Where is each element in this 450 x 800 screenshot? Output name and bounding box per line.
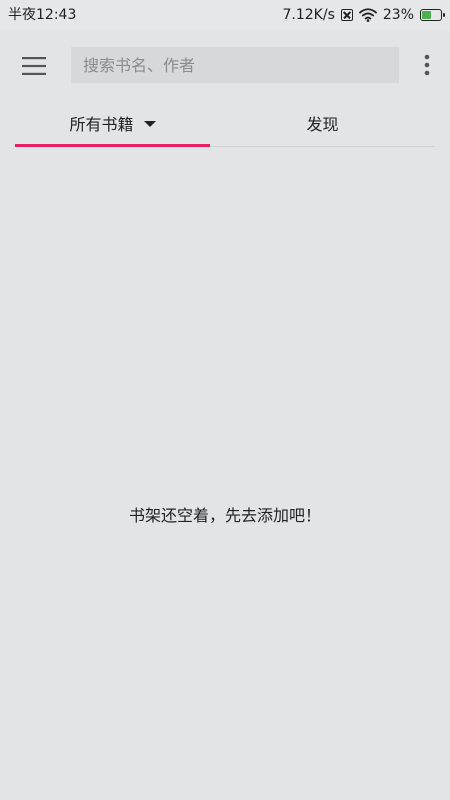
dropdown-arrow-icon: [143, 121, 156, 127]
empty-bookshelf-message: 书架还空着，先去添加吧！: [128, 506, 321, 525]
more-vertical-icon: [424, 54, 430, 76]
tab-all-books[interactable]: 所有书籍: [15, 100, 210, 147]
sim-disabled-icon: [340, 9, 353, 21]
search-input[interactable]: [71, 47, 399, 83]
status-time: 半夜12:43: [8, 7, 77, 23]
battery-charging-icon: [420, 9, 445, 21]
tab-all-books-label: 所有书籍: [69, 115, 134, 134]
network-speed: 7.12K/s: [282, 7, 335, 23]
status-icons: 7.12K/s 23%: [282, 0, 445, 30]
tab-discover-label: 发现: [306, 115, 339, 134]
tab-bar: 所有书籍 发现: [15, 100, 435, 147]
toolbar: [0, 30, 450, 100]
menu-button[interactable]: [14, 46, 54, 86]
app-screen: 半夜12:43 7.12K/s 23% 搜索书名、作者 所有书籍 发现 书架还空…: [0, 0, 450, 800]
more-options-button[interactable]: [414, 47, 440, 83]
battery-percent: 23%: [382, 7, 414, 23]
wifi-icon: [358, 8, 377, 22]
status-bar: 半夜12:43 7.12K/s 23%: [0, 0, 450, 30]
hamburger-menu-icon: [22, 57, 46, 75]
battery-level-fill: [422, 11, 431, 19]
tab-discover[interactable]: 发现: [210, 100, 435, 146]
